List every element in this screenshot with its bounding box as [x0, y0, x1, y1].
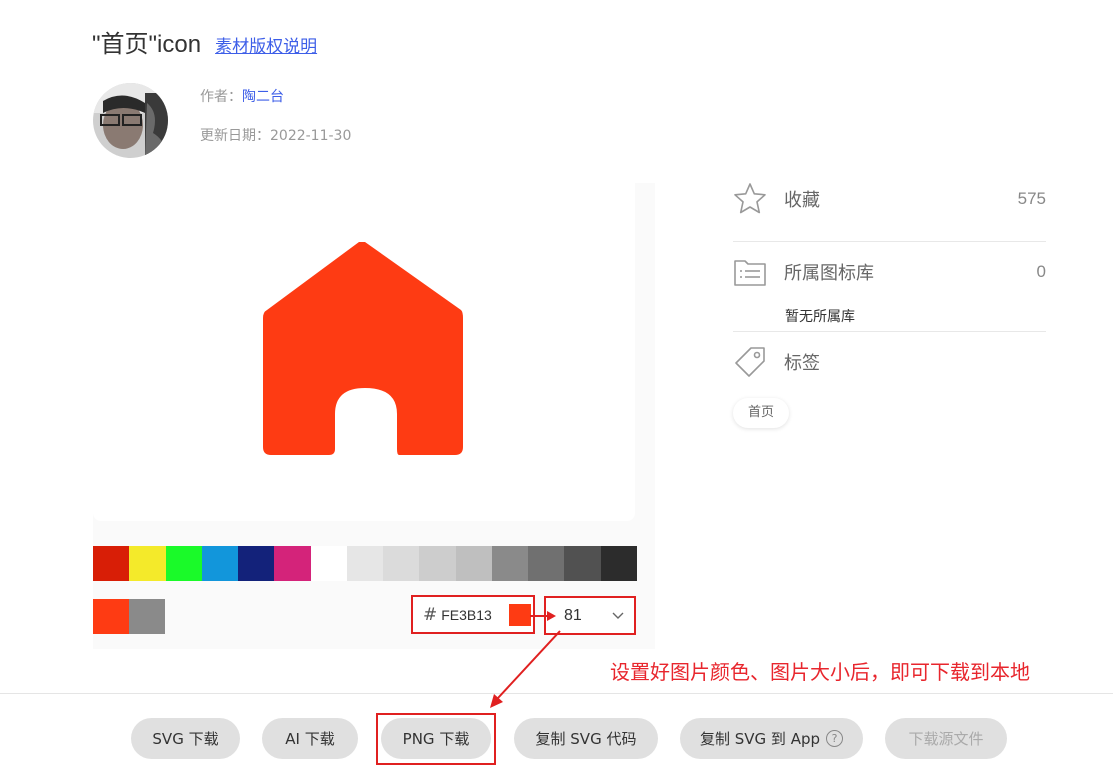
author-name[interactable]: 陶二台	[242, 89, 284, 105]
hex-color-input[interactable]: # FE3B13	[411, 595, 535, 634]
ai-download-button[interactable]: AI 下载	[262, 718, 358, 759]
annotation-text: 设置好图片颜色、图片大小后，即可下载到本地	[610, 660, 1030, 684]
size-select[interactable]: 81	[544, 596, 636, 635]
hex-value[interactable]: FE3B13	[441, 607, 509, 623]
tag-icon	[735, 347, 765, 377]
avatar[interactable]	[93, 83, 168, 158]
library-count: 0	[1036, 262, 1046, 281]
png-download-button[interactable]: PNG 下载	[381, 718, 491, 759]
date-meta: 更新日期：2022-11-30	[200, 125, 351, 145]
star-icon[interactable]	[733, 182, 767, 216]
palette-swatch[interactable]	[419, 546, 456, 581]
tag-chip[interactable]: 首页	[733, 398, 790, 428]
recent-color-swatch[interactable]	[129, 599, 165, 634]
house-icon	[263, 242, 463, 455]
palette-swatch[interactable]	[564, 546, 601, 581]
palette-swatch[interactable]	[383, 546, 420, 581]
date-value: 2022-11-30	[270, 128, 352, 144]
favorite-label: 收藏	[784, 190, 820, 211]
copy-svg-code-button[interactable]: 复制 SVG 代码	[514, 718, 658, 759]
palette-swatch[interactable]	[346, 546, 384, 581]
palette-swatch[interactable]	[238, 546, 275, 581]
page-title: "首页"icon	[92, 31, 202, 58]
no-library-text: 暂无所属库	[785, 309, 855, 325]
chevron-down-icon	[612, 612, 624, 619]
title-row: "首页"icon 素材版权说明	[92, 24, 317, 59]
palette-swatch[interactable]	[491, 546, 529, 581]
color-palette	[93, 546, 637, 581]
footer-divider	[0, 693, 1113, 694]
palette-swatch[interactable]	[274, 546, 311, 581]
download-source-button[interactable]: 下载源文件	[885, 718, 1007, 759]
favorite-count: 575	[1017, 189, 1046, 208]
palette-swatch[interactable]	[310, 546, 347, 581]
tag-label: 标签	[784, 353, 820, 374]
author-label: 作者：	[200, 89, 242, 105]
library-label: 所属图标库	[784, 263, 874, 284]
author-meta: 作者：陶二台	[200, 86, 284, 106]
help-icon[interactable]: ?	[826, 730, 843, 747]
copy-svg-to-app-label: 复制 SVG 到 App	[699, 730, 820, 748]
favorite-row[interactable]: 收藏 575	[733, 180, 1046, 218]
date-label: 更新日期：	[200, 128, 270, 144]
palette-swatch[interactable]	[129, 546, 166, 581]
svg-download-button[interactable]: SVG 下载	[131, 718, 240, 759]
palette-swatch[interactable]	[455, 546, 492, 581]
library-row: 所属图标库 0	[733, 253, 1046, 291]
hex-color-preview[interactable]	[509, 603, 532, 626]
divider	[733, 241, 1046, 242]
recent-color-swatch[interactable]	[93, 599, 129, 634]
copy-svg-to-app-button[interactable]: 复制 SVG 到 App ?	[680, 718, 863, 759]
size-value: 81	[564, 606, 582, 624]
preview-canvas	[93, 183, 635, 521]
palette-swatch[interactable]	[93, 546, 130, 581]
palette-swatch[interactable]	[201, 546, 239, 581]
hash-sign: #	[423, 604, 438, 625]
divider	[733, 331, 1046, 332]
library-icon	[734, 260, 766, 286]
tag-row: 标签	[733, 343, 1046, 381]
palette-swatch[interactable]	[600, 546, 637, 581]
palette-swatch[interactable]	[165, 546, 202, 581]
copyright-link[interactable]: 素材版权说明	[215, 32, 317, 57]
palette-swatch[interactable]	[528, 546, 565, 581]
preview-panel: # FE3B13 81	[93, 183, 655, 649]
recent-colors	[93, 599, 165, 634]
